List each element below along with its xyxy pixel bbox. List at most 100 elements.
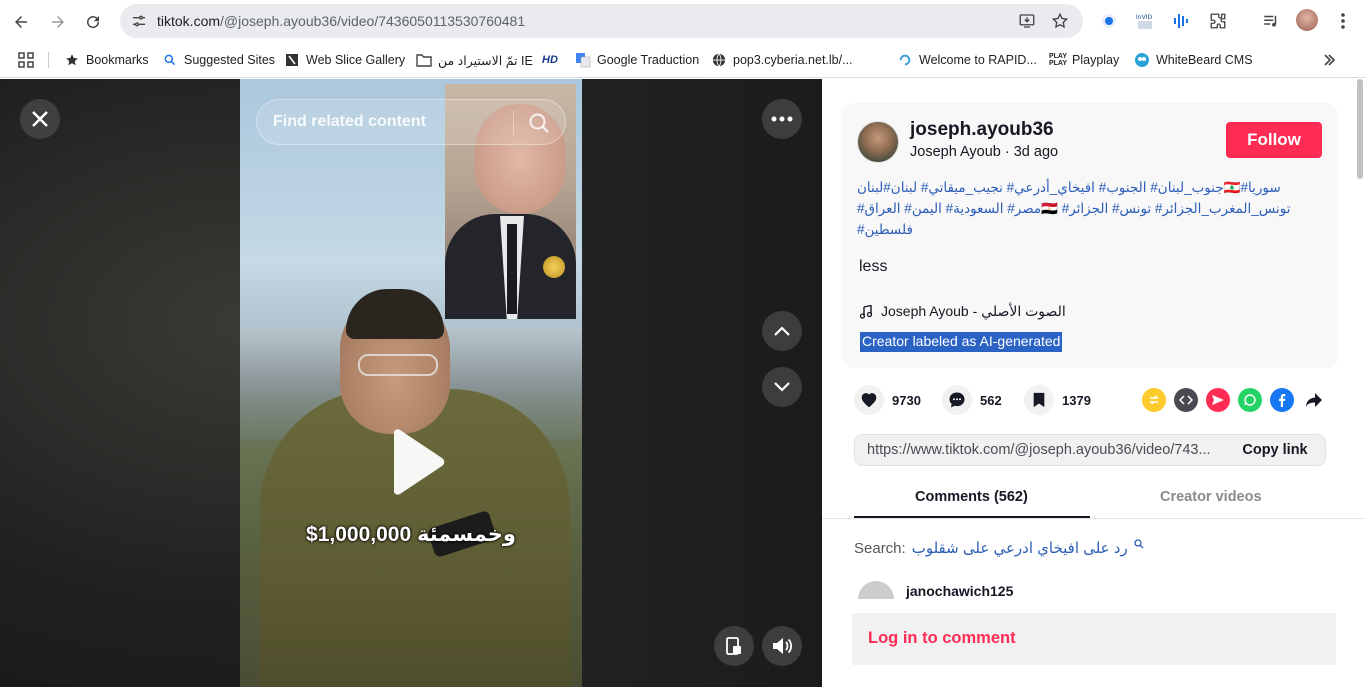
hashtag-line[interactable]: تونس_المغرب_الجزائر# تونس# الجزائر# 🇪🇬مص… [857,198,1327,219]
svg-text:InVID: InVID [1136,14,1152,21]
comment-button[interactable]: 562 [942,385,1002,415]
audio-extension-icon[interactable] [1170,10,1192,32]
extensions-puzzle-icon[interactable] [1207,10,1229,32]
display-name-and-date: Joseph Ayoub · 3d ago [910,144,1059,160]
bookmark-google-traduction[interactable]: Google Traduction [575,50,699,70]
profile-avatar-icon[interactable] [1296,9,1318,31]
bookmark-bookmarks[interactable]: Bookmarks [64,50,149,70]
media-control-icon[interactable] [1260,10,1282,32]
play-button[interactable] [386,429,446,495]
follow-button[interactable]: Follow [1226,122,1322,158]
video-frame[interactable] [240,79,582,687]
avatar[interactable] [857,121,899,163]
avatar [858,581,894,599]
rapid-icon [897,52,913,68]
arrow-left-icon [15,16,27,28]
comment-icon [942,385,972,415]
hd-icon: HD [542,54,558,66]
play-icon [394,429,445,495]
browser-toolbar: tiktok.com/@joseph.ayoub36/video/7436050… [0,0,1365,42]
music-title: الصوت الأصلي - Joseph Ayoub [881,303,1066,319]
music-note-icon [859,304,873,319]
bookmark-pop3-cyberia[interactable]: pop3.cyberia.net.lb/... [711,50,853,70]
comment-search-suggestion[interactable]: Search: رد على افيخاي ادرعي على شقلوب [854,539,1144,557]
url-text: tiktok.com/@joseph.ayoub36/video/7436050… [157,13,526,29]
login-to-comment-link[interactable]: Log in to comment [868,629,1016,648]
invid-extension-icon[interactable]: InVID [1134,10,1156,32]
menu-kebab-icon[interactable] [1332,10,1354,32]
bookmark-label: Web Slice Gallery [306,53,406,67]
facebook-share-button[interactable] [1270,388,1294,412]
search-icon [1134,539,1144,549]
hashtag-line[interactable]: فلسطين# [857,219,1327,240]
send-share-button[interactable] [1206,388,1230,412]
next-video-button[interactable] [762,367,802,407]
bookmark-label: Google Traduction [597,53,700,67]
video-person-glasses [358,354,438,376]
reload-button[interactable] [80,9,106,35]
share-link-url[interactable]: https://www.tiktok.com/@joseph.ayoub36/v… [867,442,1211,458]
music-info[interactable]: الصوت الأصلي - Joseph Ayoub [859,303,1066,320]
video-caption: $1,000,000 وخمسمئة [306,523,516,546]
save-count: 1379 [1062,392,1091,408]
back-button[interactable] [8,9,34,35]
repost-share-button[interactable] [1142,388,1166,412]
comment-item[interactable]: janochawich125 [858,579,1058,599]
send-icon [1212,395,1224,405]
apps-grid-icon[interactable] [18,50,34,70]
bookmark-ie-import[interactable]: تمّ الاستيراد من IE [416,50,533,70]
like-button[interactable]: 9730 [854,385,921,415]
whatsapp-share-button[interactable] [1238,388,1262,412]
bookmark-label: تمّ الاستيراد من IE [438,53,533,68]
facebook-icon [1279,394,1286,407]
volume-button[interactable] [762,626,802,666]
bookmark-web-slice-gallery[interactable]: Web Slice Gallery [284,50,405,70]
reload-icon [87,16,100,29]
forward-button[interactable] [45,9,71,35]
bookmark-rapid[interactable]: Welcome to RAPID... [897,50,1037,70]
bookmark-icon [1024,385,1054,415]
save-button[interactable]: 1379 [1024,385,1091,415]
bookmark-label: pop3.cyberia.net.lb/... [733,53,853,67]
copy-link-button[interactable]: Copy link [1225,435,1325,465]
more-bookmarks-icon[interactable] [1322,50,1336,70]
find-related-search[interactable]: Find related content [256,99,566,145]
globe-icon [711,52,727,68]
more-options-button[interactable] [762,99,802,139]
embed-share-button[interactable] [1174,388,1198,412]
mini-player-button[interactable] [714,626,754,666]
search-prefix: Search: [854,539,906,557]
bookmark-label: Playplay [1072,53,1120,67]
hashtag-line[interactable]: سوريا#🇱🇧جنوب_لبنان# الجنوب# افيخاي_أدرعي… [857,177,1327,198]
volume-icon [773,638,793,654]
install-app-icon[interactable] [1017,11,1037,31]
less-toggle[interactable]: less [859,258,887,276]
search-icon[interactable] [527,111,551,135]
bookmark-playplay[interactable]: PLAY PLAY Playplay [1048,50,1120,70]
address-bar[interactable]: tiktok.com/@joseph.ayoub36/video/7436050… [120,4,1083,38]
post-info-card: joseph.ayoub36 Joseph Ayoub · 3d ago Fol… [842,103,1338,368]
bookmarks-bar: Bookmarks Suggested Sites Web Slice Gall… [0,42,1365,78]
share-arrow-icon [1306,393,1322,407]
bookmark-star-icon[interactable] [1050,11,1070,31]
tab-creator-videos[interactable]: Creator videos [1160,489,1262,505]
previous-video-button[interactable] [762,311,802,351]
bookmark-label: Bookmarks [86,53,149,67]
folder-icon [416,52,432,68]
playplay-icon: PLAY PLAY [1048,53,1068,67]
login-to-comment-bar[interactable]: Log in to comment [852,613,1336,665]
close-button[interactable] [20,99,60,139]
username[interactable]: joseph.ayoub36 [910,119,1054,141]
comment-tabs: Comments (562) Creator videos [822,479,1365,519]
tab-comments[interactable]: Comments (562) [915,489,1028,505]
site-settings-icon[interactable] [128,10,150,32]
action-bar: 9730 562 1379 [854,385,1334,415]
bookmark-hd[interactable]: HD [542,50,558,70]
extension-record-icon[interactable] [1098,10,1120,32]
bookmark-label: WhiteBeard CMS [1156,53,1253,67]
bookmark-whitebeard[interactable]: WhiteBeard CMS [1134,50,1253,70]
more-share-button[interactable] [1302,388,1326,412]
share-link-box: https://www.tiktok.com/@joseph.ayoub36/v… [854,434,1326,466]
bookmark-suggested-sites[interactable]: Suggested Sites [162,50,275,70]
panel-scrollbar[interactable] [1357,79,1363,179]
